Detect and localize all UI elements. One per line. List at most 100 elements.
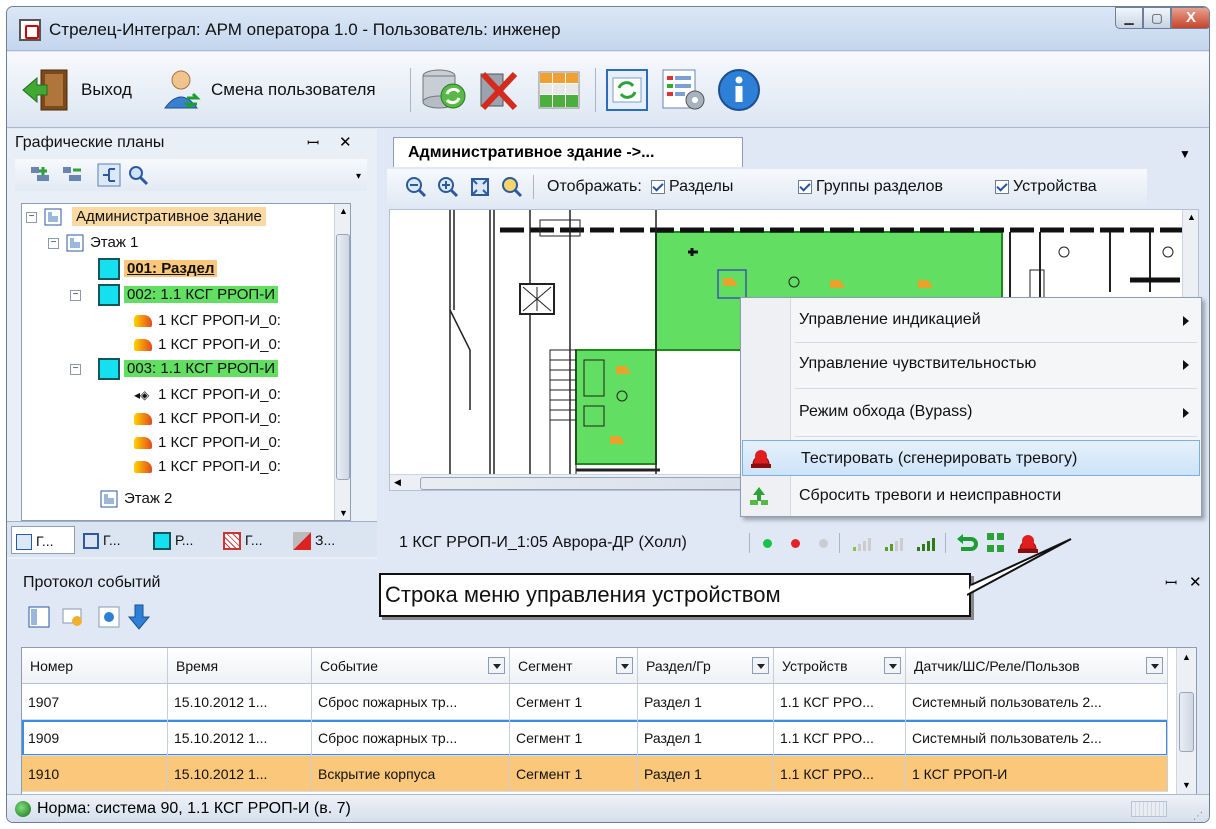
tab-sections[interactable]: Р... [149, 526, 215, 554]
collapse-tree-icon[interactable] [61, 165, 83, 185]
target-icon[interactable] [97, 605, 121, 629]
tree-item-device[interactable]: 1 КСГ РРОП-И_0: [134, 310, 281, 332]
table-row[interactable]: 1909 15.10.2012 1... Сброс пожарных тр..… [22, 720, 1168, 756]
scroll-up-icon[interactable]: ▲ [1182, 652, 1191, 662]
filter-dropdown-icon[interactable] [752, 657, 769, 674]
tree-item-device[interactable]: 1 КСГ РРОП-И_0: [134, 334, 281, 356]
sensitivity-mid-icon[interactable] [883, 533, 905, 553]
zoom-out-icon[interactable] [405, 176, 427, 198]
sensitivity-high-icon[interactable] [915, 533, 937, 553]
tab-zones[interactable]: З... [289, 526, 359, 554]
tree-item-device[interactable]: 1 КСГ РРОП-И_0: [134, 456, 281, 478]
close-icon[interactable]: ✕ [1189, 573, 1202, 591]
filter-settings-icon[interactable] [61, 605, 85, 629]
toolbar-separator [410, 68, 411, 112]
fit-to-window-icon[interactable] [469, 176, 491, 198]
main-toolbar: Выход Смена пользователя [7, 52, 1209, 128]
table-view-button[interactable] [537, 68, 581, 112]
toolbar-separator [839, 533, 840, 553]
tree-item-device[interactable]: 1 КСГ РРОП-И_0: [134, 408, 281, 430]
resize-grip-icon[interactable]: ⋰ [1193, 803, 1203, 822]
app-icon [19, 19, 41, 41]
disable-button[interactable] [475, 68, 523, 112]
settings-list-button[interactable] [659, 68, 707, 112]
collapse-icon[interactable]: − [70, 364, 81, 375]
check-section-groups[interactable]: Группы разделов [792, 178, 943, 196]
cell-section: Раздел 1 [638, 684, 774, 720]
expand-tree-icon[interactable] [29, 165, 51, 185]
toolbar-separator [749, 533, 750, 553]
tree-item-device[interactable]: 1 КСГ РРОП-И_0: [134, 432, 281, 454]
col-header-device[interactable]: Устройств [774, 648, 906, 684]
detector-icon [134, 413, 152, 426]
tree-item-section[interactable]: 002: 1.1 КСГ РРОП-И [98, 284, 278, 307]
tab-charts[interactable]: Г... [219, 526, 285, 554]
col-header-section[interactable]: Раздел/Гр [638, 648, 774, 684]
pin-icon[interactable]: ꟷ [307, 133, 319, 153]
menu-item-test-alarm[interactable]: Тестировать (сгенерировать тревогу) [742, 440, 1200, 476]
tree-item-section[interactable]: 001: Раздел [98, 258, 218, 281]
arrow-down-icon[interactable] [127, 603, 151, 631]
col-header-number[interactable]: Номер [22, 648, 168, 684]
info-button[interactable] [717, 68, 761, 112]
events-scrollbar[interactable]: ▲ ▼ [1176, 648, 1196, 794]
tree-scrollbar[interactable]: ▲ ▼ [334, 204, 350, 520]
col-header-segment[interactable]: Сегмент [510, 648, 638, 684]
tree-item-floor[interactable]: Этаж 1 [66, 232, 138, 254]
filter-dropdown-icon[interactable] [488, 657, 505, 674]
tree-item-building[interactable]: Административное здание [44, 206, 266, 228]
led-red-icon[interactable] [791, 539, 800, 548]
scroll-down-icon[interactable]: ▼ [1182, 780, 1191, 790]
toolbar-overflow-icon[interactable]: ▾ [356, 171, 361, 182]
zoom-in-icon[interactable] [437, 176, 459, 198]
table-row[interactable]: 1910 15.10.2012 1... Вскрытие корпуса Се… [22, 756, 1168, 792]
check-sections[interactable]: Разделы [645, 178, 733, 196]
close-button[interactable]: X [1171, 7, 1209, 29]
search-icon[interactable] [127, 164, 149, 186]
col-header-event[interactable]: Событие [312, 648, 510, 684]
scroll-up-icon[interactable]: ▲ [1187, 212, 1196, 222]
col-header-time[interactable]: Время [168, 648, 312, 684]
led-green-icon[interactable] [763, 539, 772, 548]
tree-item-section[interactable]: 003: 1.1 КСГ РРОП-И [98, 358, 278, 381]
menu-item-sensitivity[interactable]: Управление чувствительностью [741, 346, 1201, 382]
chart-icon [223, 532, 241, 551]
collapse-icon[interactable]: − [26, 212, 37, 223]
close-icon[interactable]: ✕ [339, 133, 352, 151]
section-icon [98, 358, 120, 381]
tab-plans[interactable]: Г... [11, 526, 75, 554]
change-user-button[interactable]: Смена пользователя [157, 68, 376, 112]
tree-item-floor[interactable]: Этаж 2 [100, 488, 172, 510]
scroll-thumb[interactable] [1179, 692, 1194, 752]
db-sync-button[interactable] [419, 68, 469, 112]
sensitivity-low-icon[interactable] [851, 533, 873, 553]
submenu-arrow-icon [1183, 408, 1189, 418]
filter-dropdown-icon[interactable] [1146, 657, 1163, 674]
menu-item-bypass[interactable]: Режим обхода (Bypass) [741, 394, 1201, 430]
led-off-icon[interactable] [819, 539, 828, 548]
scroll-thumb[interactable] [336, 234, 350, 480]
scroll-down-icon[interactable]: ▼ [339, 508, 348, 518]
zoom-actual-icon[interactable] [501, 176, 523, 198]
pin-icon[interactable]: ꟷ [1165, 573, 1177, 593]
tab-list-icon[interactable]: ▼ [1179, 147, 1191, 161]
collapse-icon[interactable]: − [70, 290, 81, 301]
filter-dropdown-icon[interactable] [616, 657, 633, 674]
minimize-button[interactable]: ▁ [1115, 7, 1143, 29]
menu-item-reset[interactable]: Сбросить тревоги и неисправности [741, 478, 1201, 514]
tab-plan-document[interactable]: Административное здание ->... [393, 137, 743, 167]
scroll-up-icon[interactable]: ▲ [339, 206, 348, 216]
tab-groups[interactable]: Г... [79, 526, 145, 554]
columns-icon[interactable] [27, 605, 51, 629]
hierarchy-icon[interactable] [97, 163, 121, 187]
collapse-icon[interactable]: − [48, 238, 59, 249]
exit-button[interactable]: Выход [21, 68, 132, 112]
menu-item-indication[interactable]: Управление индикацией [741, 302, 1201, 338]
col-header-sensor[interactable]: Датчик/ШС/Реле/Пользов [906, 648, 1168, 684]
scroll-left-icon[interactable]: ◀ [394, 477, 401, 488]
refresh-button[interactable] [605, 68, 649, 112]
filter-dropdown-icon[interactable] [884, 657, 901, 674]
maximize-button[interactable]: ▢ [1143, 7, 1171, 29]
check-devices[interactable]: Устройства [989, 178, 1097, 196]
tree-item-device[interactable]: ◂◈ 1 КСГ РРОП-И_0: [134, 384, 281, 406]
